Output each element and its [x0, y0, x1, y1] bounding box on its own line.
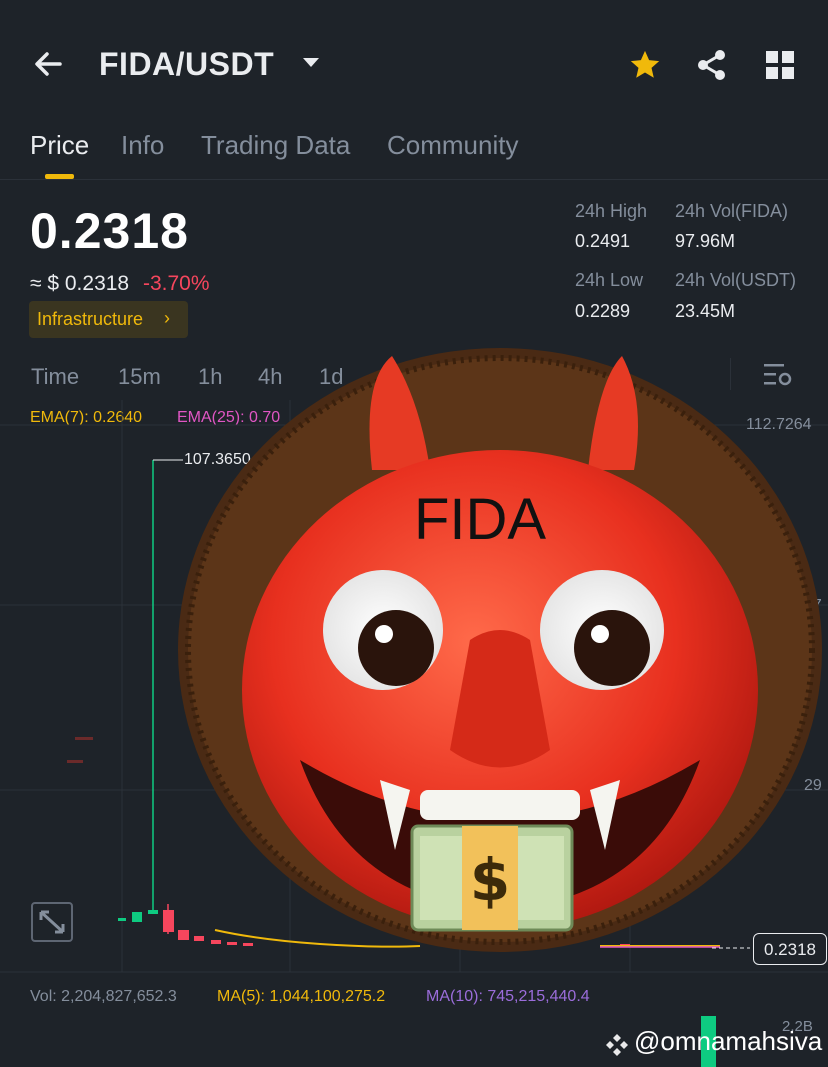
volume-label: Vol: 2,204,827,652.3	[30, 988, 177, 1005]
tab-bar: Price Info Trading Data Community	[0, 126, 828, 180]
watermark-handle: @omnamahsiva	[634, 1026, 823, 1056]
vol-quote-label: 24h Vol(USDT)	[675, 270, 797, 290]
tab-community[interactable]: Community	[387, 130, 518, 161]
category-tag-label: Infrastructure	[37, 309, 144, 329]
category-tag[interactable]: Infrastructure ›	[29, 301, 188, 338]
svg-text:$: $	[470, 846, 510, 914]
low-label: 24h Low	[575, 270, 644, 290]
binance-logo-icon	[606, 1034, 628, 1056]
vol-base-label: 24h Vol(FIDA)	[675, 201, 789, 221]
expand-icon	[39, 910, 65, 934]
devil-emoji-sticker: $	[178, 348, 822, 952]
fiat-price: ≈ $ 0.2318	[30, 272, 130, 295]
chevron-down-icon[interactable]	[303, 58, 319, 67]
high-value: 0.2491	[575, 231, 631, 251]
pair-title[interactable]: FIDA/USDT	[99, 46, 274, 83]
back-arrow-icon[interactable]	[30, 46, 66, 82]
volume-ma10: MA(10): 745,215,440.4	[426, 988, 590, 1005]
tab-info[interactable]: Info	[121, 130, 164, 161]
timeframe-15m[interactable]: 15m	[118, 364, 161, 390]
tab-trading-data[interactable]: Trading Data	[201, 130, 350, 161]
low-value: 0.2289	[575, 301, 631, 321]
active-tab-indicator	[45, 174, 74, 179]
chevron-right-icon: ›	[164, 308, 170, 328]
vol-base-value: 97.96M	[675, 231, 736, 251]
tab-price[interactable]: Price	[30, 130, 89, 161]
share-icon[interactable]	[696, 48, 728, 82]
price-change-percent: -3.70%	[143, 272, 210, 295]
last-price: 0.2318	[30, 203, 189, 259]
vol-quote-value: 23.45M	[675, 301, 736, 321]
top-bar: FIDA/USDT	[0, 0, 828, 130]
expand-chart-button[interactable]	[31, 902, 73, 942]
favorite-star-icon[interactable]	[628, 48, 662, 82]
high-label: 24h High	[575, 201, 648, 221]
volume-ma5: MA(5): 1,044,100,275.2	[217, 988, 386, 1005]
timeframe-time[interactable]: Time	[31, 364, 79, 390]
sticker-text: FIDA	[414, 487, 547, 552]
grid-menu-icon[interactable]	[766, 51, 794, 79]
